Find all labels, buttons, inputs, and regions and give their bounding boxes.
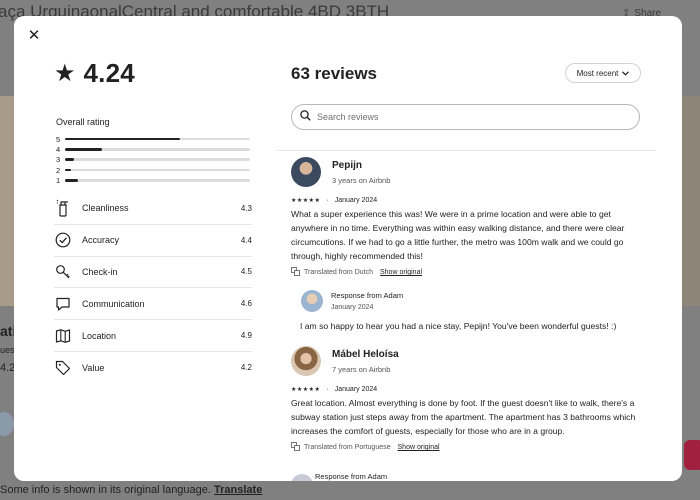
rating-bar-label: 1: [56, 175, 61, 185]
sort-label: Most recent: [576, 68, 619, 78]
category-name: Value: [82, 362, 105, 373]
spray-bottle-icon: [54, 199, 72, 217]
rating-bar-fill: [65, 179, 78, 182]
rating-bar-fill: [65, 158, 75, 161]
category-value: 4.9: [240, 331, 252, 341]
reviewer-name: Pepijn: [332, 159, 363, 171]
category-rating-accuracy: Accuracy 4.4: [54, 225, 252, 257]
rating-bar-track: [65, 158, 250, 161]
reviews-panel: 63 reviews Most recent Pepijn 3 years on…: [277, 16, 682, 481]
category-value: 4.5: [240, 267, 252, 277]
review-item: Pepijn 3 years on Airbnb ★★★★★ · January…: [291, 157, 646, 331]
reviewer-name: Mábel Heloísa: [332, 348, 399, 360]
category-name: Communication: [82, 298, 145, 309]
rating-bar-fill: [65, 148, 102, 151]
category-value: 4.4: [240, 235, 252, 245]
rating-bar-track: [65, 137, 250, 141]
rating-bar-row: 1: [56, 175, 250, 185]
listing-photo-right: [682, 96, 700, 306]
response-text: I am so happy to hear you had a nice sta…: [300, 321, 617, 331]
listing-photo-left: [0, 96, 14, 306]
reserve-button[interactable]: [684, 440, 700, 470]
rating-bar-fill: [65, 137, 180, 141]
category-value: 4.2: [240, 363, 252, 373]
translated-label: Translated from Portuguese: [304, 444, 391, 451]
rating-bar-track: [65, 168, 250, 172]
overall-score: ★ 4.24: [54, 58, 135, 89]
review-stars: ★★★★★: [291, 198, 321, 204]
search-icon: [300, 108, 311, 126]
close-icon[interactable]: ✕: [26, 28, 42, 44]
divider: [277, 150, 655, 151]
category-value: 4.6: [240, 299, 252, 309]
rating-bar-fill: [65, 168, 71, 172]
separator-dot: ·: [326, 386, 329, 393]
chevron-down-icon: [622, 69, 630, 78]
rating-bar-row: 4: [56, 144, 250, 154]
key-icon: [54, 263, 72, 281]
translated-label: Translated from Dutch: [304, 269, 373, 276]
tag-icon: [54, 359, 72, 377]
category-rating-location: Location 4.9: [54, 320, 252, 352]
overall-rating-label: Overall rating: [56, 117, 110, 127]
category-value: 4.3: [240, 203, 252, 213]
search-reviews-field[interactable]: [291, 104, 640, 130]
review-stars: ★★★★★: [291, 387, 321, 393]
show-original-link[interactable]: Show original: [380, 269, 422, 276]
translate-icon: [291, 267, 300, 278]
translation-notice-text: Some info is shown in its original langu…: [0, 484, 211, 496]
rating-bar-label: 3: [56, 155, 61, 165]
reviewer-tenure: 3 years on Airbnb: [332, 175, 391, 185]
host-response: Response from Adam January 2024 I am so …: [300, 290, 646, 331]
response-date: January 2024: [331, 304, 374, 311]
bg-text-fragment: 4.2: [0, 362, 16, 374]
rating-bar-row: 5: [56, 134, 250, 144]
message-icon: [54, 295, 72, 313]
category-name: Location: [82, 330, 117, 341]
category-rating-communication: Communication 4.6: [54, 288, 252, 321]
response-from: Response from Adam: [331, 291, 404, 300]
response-from: Response from Adam: [315, 472, 388, 481]
host-avatar: [301, 290, 323, 312]
reviews-count: 63 reviews: [291, 64, 378, 83]
rating-bar-label: 2: [56, 165, 61, 175]
reviews-modal: ✕ ★ 4.24 Overall rating 54321 Cleanlines…: [14, 16, 682, 481]
reviewer-avatar[interactable]: [291, 346, 321, 376]
host-avatar: [291, 474, 313, 481]
translate-icon: [291, 442, 300, 453]
review-text: What a super experience this was! We wer…: [291, 209, 625, 261]
review-text: Great location. Almost everything is don…: [291, 398, 636, 436]
review-date: January 2024: [334, 197, 378, 204]
overall-score-value: 4.24: [83, 58, 135, 88]
review-item: Mábel Heloísa 7 years on Airbnb ★★★★★ · …: [291, 346, 646, 453]
translation-notice: Some info is shown in its original langu…: [0, 484, 262, 496]
reviewer-avatar[interactable]: [291, 157, 321, 187]
host-avatar: [0, 412, 14, 436]
check-circle-icon: [54, 231, 72, 249]
category-ratings: Cleanliness 4.3 Accuracy 4.4 Check-in 4.5 Comm…: [54, 193, 252, 384]
map-icon: [54, 327, 72, 345]
rating-bar-label: 5: [56, 134, 61, 144]
reviewer-tenure: 7 years on Airbnb: [332, 364, 391, 374]
search-input[interactable]: [317, 112, 617, 122]
separator-dot: ·: [326, 197, 329, 204]
category-name: Check-in: [82, 266, 118, 277]
category-name: Cleanliness: [82, 203, 129, 214]
rating-bar-track: [65, 148, 250, 151]
show-original-link[interactable]: Show original: [398, 444, 440, 451]
bg-text-fragment: ues: [0, 345, 15, 355]
rating-bar-label: 4: [56, 144, 61, 154]
rating-bar-row: 2: [56, 165, 250, 175]
rating-bar-row: 3: [56, 155, 250, 165]
translate-link[interactable]: Translate: [214, 484, 262, 496]
rating-bar-track: [65, 179, 250, 182]
review-date: January 2024: [334, 386, 378, 393]
sort-dropdown[interactable]: Most recent: [565, 63, 641, 83]
category-rating-value: Value 4.2: [54, 352, 252, 384]
category-rating-check-in: Check-in 4.5: [54, 257, 252, 289]
star-icon: ★: [54, 59, 76, 87]
category-rating-cleanliness: Cleanliness 4.3: [54, 193, 252, 225]
rating-distribution: 54321: [56, 134, 250, 185]
category-name: Accuracy: [82, 235, 120, 246]
